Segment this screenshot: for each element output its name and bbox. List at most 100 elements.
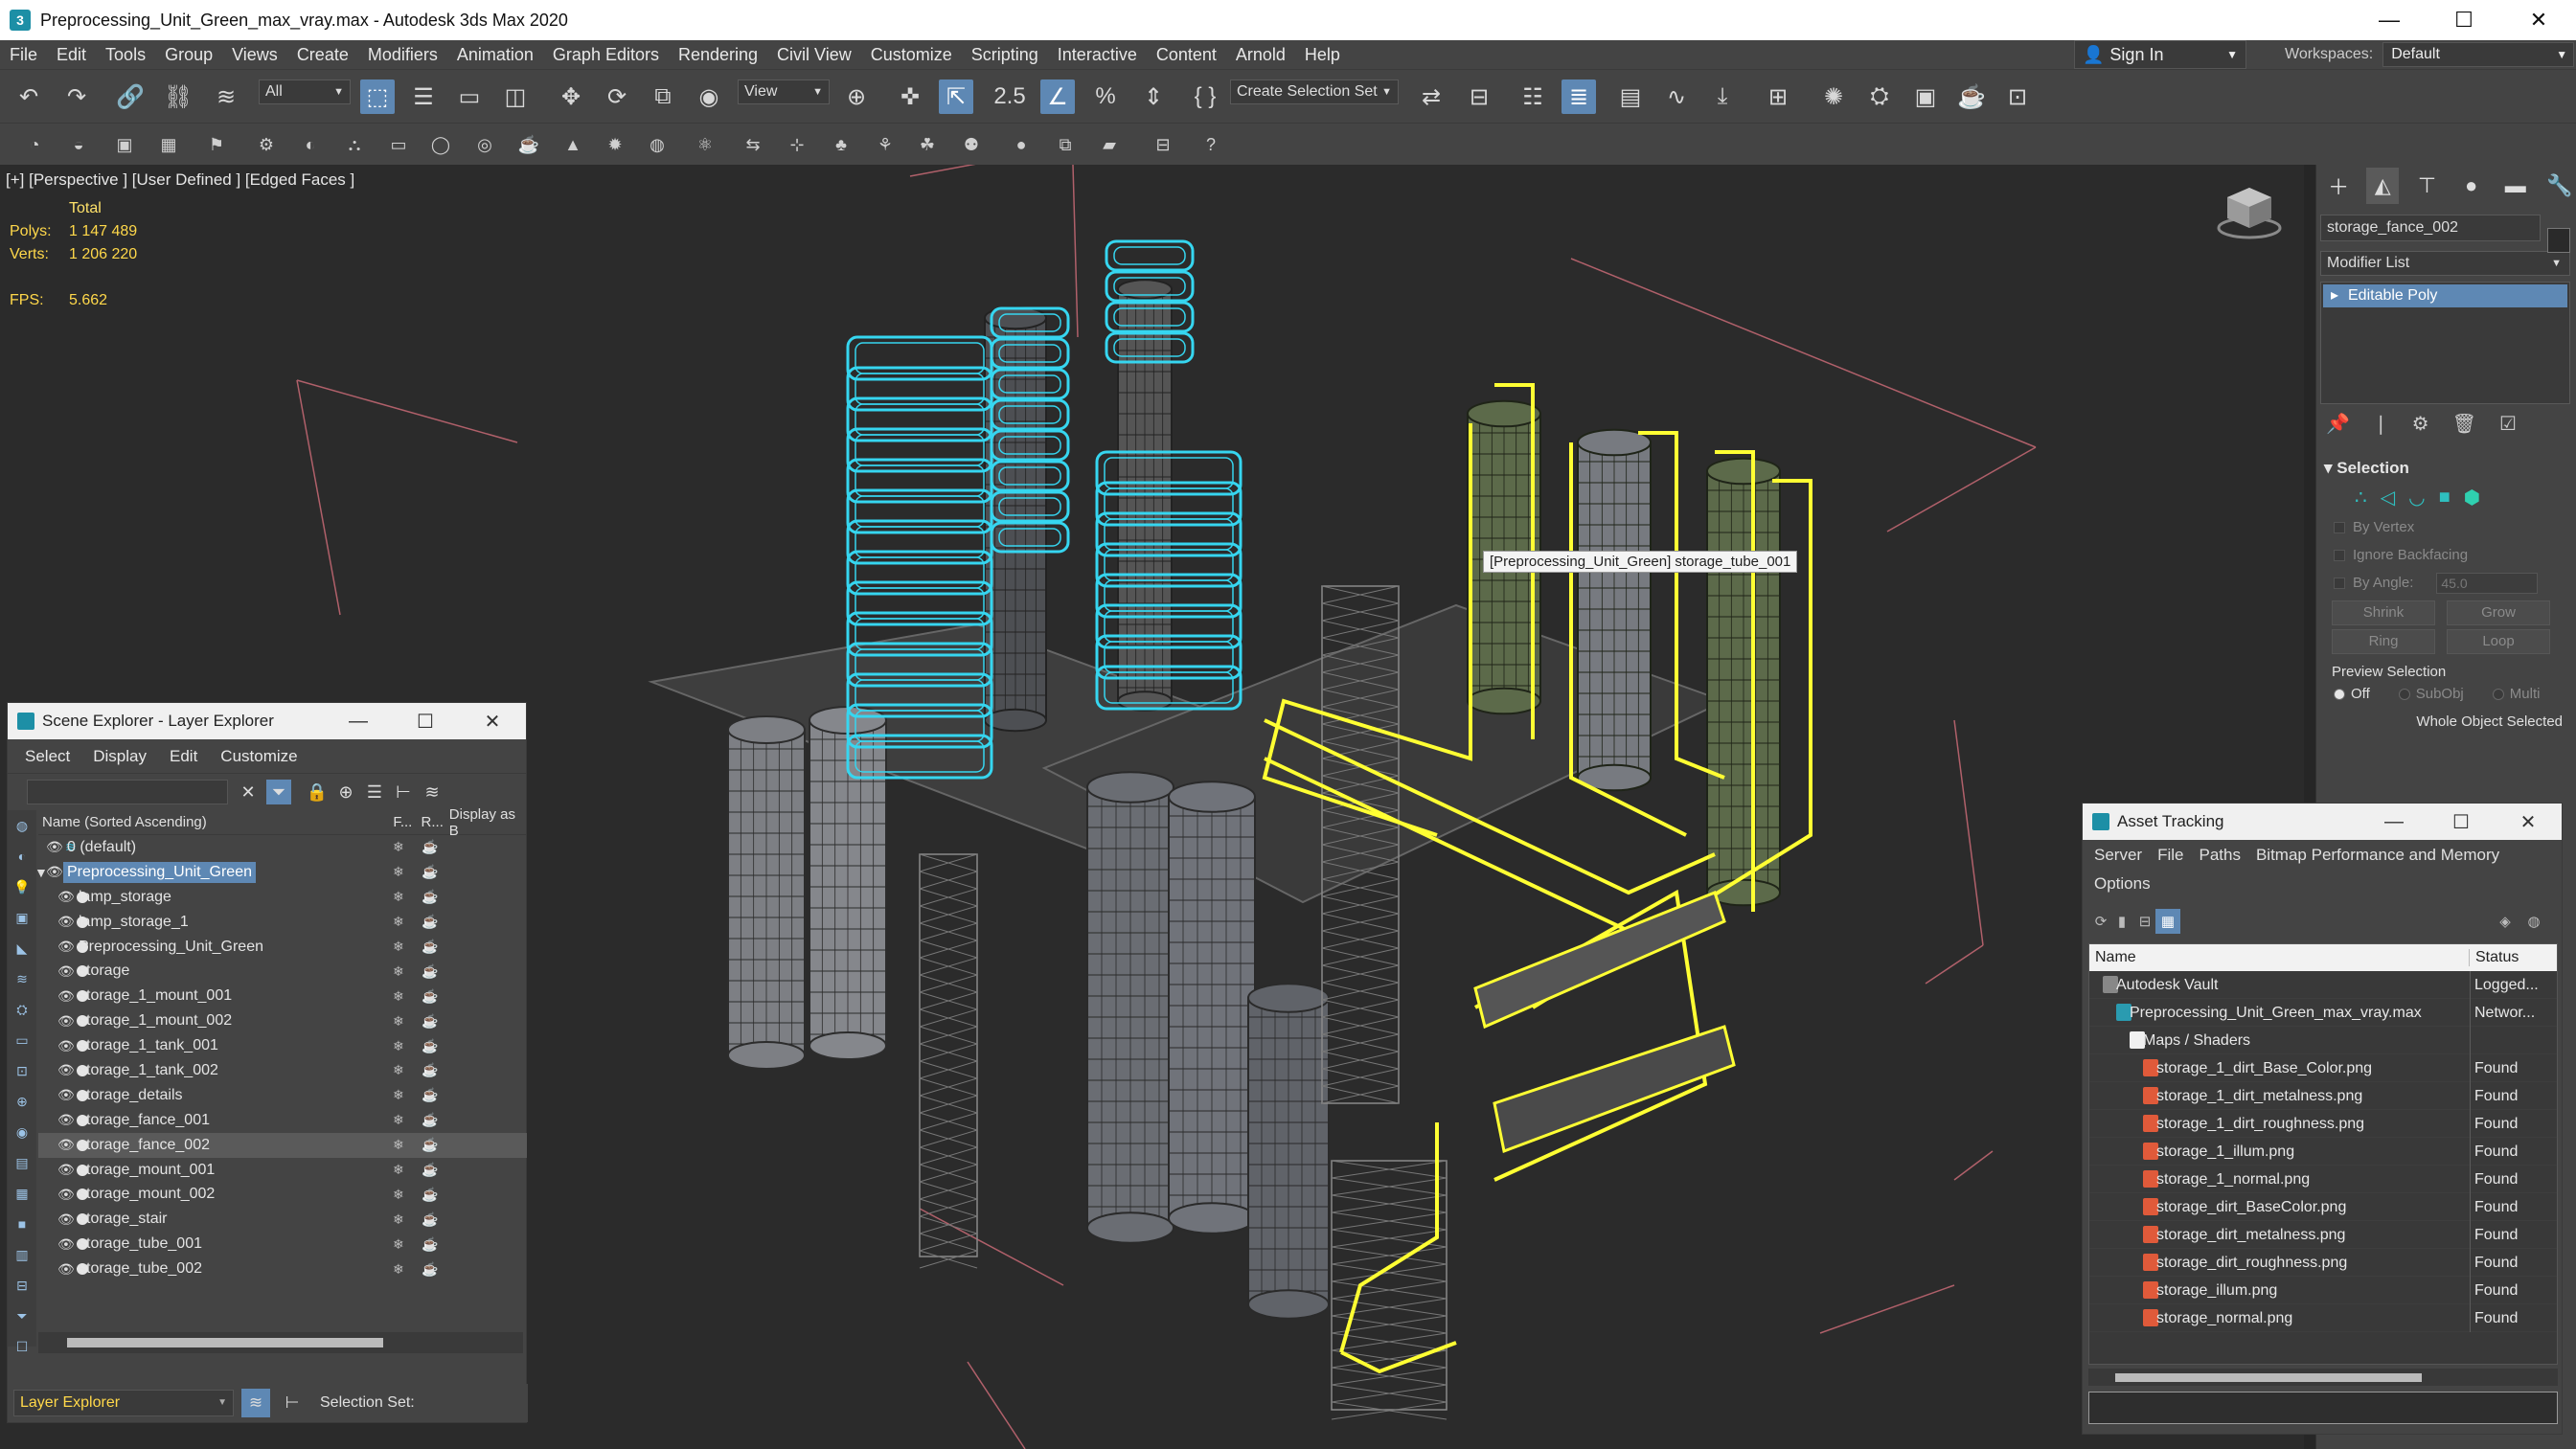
clone-icon[interactable]: ◒ (65, 131, 92, 158)
undo-icon[interactable]: ↶ (11, 79, 46, 114)
filter-type-icon[interactable]: ▥ (11, 1243, 34, 1266)
layer-row[interactable]: 👁 storage_stair ❄ ☕ (38, 1207, 527, 1232)
eye-icon[interactable]: 👁 (57, 1013, 75, 1030)
menu-interactive[interactable]: Interactive (1048, 45, 1147, 65)
teapot-icon[interactable]: ☕ (515, 131, 542, 158)
bind-space-warp-icon[interactable]: ≋ (209, 79, 243, 114)
menu-group[interactable]: Group (155, 45, 222, 65)
tree-view-icon[interactable]: ⊟ (2132, 909, 2157, 934)
filter-type-icon[interactable]: ☐ (11, 1335, 34, 1358)
edge-icon[interactable]: ◁ (2381, 486, 2395, 509)
select-object-icon[interactable]: ⬚ (360, 79, 395, 114)
explorer-icon[interactable]: ◔ (21, 131, 48, 158)
filter-type-icon[interactable]: ▦ (11, 1182, 34, 1205)
maximize-button[interactable]: ☐ (2428, 804, 2495, 840)
element-icon[interactable]: ⬢ (2464, 486, 2480, 509)
column-name[interactable]: Name (2089, 949, 2470, 966)
renderable-icon[interactable]: ☕ (422, 939, 438, 955)
layer-row[interactable]: 👁 storage_1_tank_002 ❄ ☕ (38, 1058, 527, 1083)
camera-icon[interactable]: ◍ (644, 131, 671, 158)
close-button[interactable]: ✕ (459, 703, 526, 739)
eye-icon[interactable]: 👁 (57, 1038, 75, 1054)
menu-server[interactable]: Server (2088, 846, 2152, 869)
create-tab-icon[interactable]: ＋ (2322, 168, 2355, 204)
plant-icon[interactable]: ⚘ (872, 131, 899, 158)
mirror-icon[interactable]: ⛬ (341, 131, 368, 158)
make-unique-icon[interactable]: ⚙ (2412, 412, 2429, 436)
layers-icon[interactable]: ☰ (362, 780, 387, 804)
explorer-type-dropdown[interactable]: Layer Explorer ▼ (13, 1390, 234, 1416)
configure-sets-icon[interactable]: ☑ (2499, 412, 2517, 436)
scene-explorer-search-input[interactable] (27, 780, 228, 804)
freeze-icon[interactable]: ❄ (393, 864, 404, 880)
highlight-icon[interactable]: ◈ (2493, 909, 2518, 934)
filter-type-icon[interactable]: ▤ (11, 1151, 34, 1174)
systems-icon[interactable]: ⊹ (784, 131, 810, 158)
layer-row[interactable]: 👁 storage_mount_001 ❄ ☕ (38, 1158, 527, 1183)
renderable-icon[interactable]: ☕ (422, 1187, 438, 1203)
layer-row[interactable]: 👁 ≋ 0 (default) ❄ ☕ (38, 835, 527, 860)
eye-icon[interactable]: 👁 (57, 1236, 75, 1253)
ring-button[interactable]: Ring (2332, 629, 2435, 654)
torus-icon[interactable]: ◎ (471, 131, 498, 158)
window-crossing-icon[interactable]: ◫ (498, 79, 533, 114)
renderable-icon[interactable]: ☕ (422, 1137, 438, 1153)
unlink-icon[interactable]: ⛓ (161, 79, 195, 114)
group-icon[interactable]: ⚙ (253, 131, 280, 158)
layer-explorer-icon[interactable]: ≣ (1562, 79, 1596, 114)
border-icon[interactable]: ◡ (2408, 486, 2425, 509)
freeze-icon[interactable]: ❄ (393, 1013, 404, 1030)
layer-stack-icon[interactable]: ≋ (420, 780, 445, 804)
helpers-icon[interactable]: ⚛ (692, 131, 718, 158)
freeze-icon[interactable]: ❄ (393, 1087, 404, 1103)
eye-icon[interactable]: 👁 (57, 1162, 75, 1178)
asset-row[interactable]: storage_1_dirt_metalness.png Found (2089, 1082, 2557, 1110)
menu-tools[interactable]: Tools (96, 45, 155, 65)
menu-arnold[interactable]: Arnold (1226, 45, 1295, 65)
maximize-button[interactable]: ☐ (392, 703, 459, 739)
freeze-icon[interactable]: ❄ (393, 839, 404, 855)
viewcube-icon[interactable] (2216, 184, 2283, 241)
select-by-name-icon[interactable]: ☰ (406, 79, 441, 114)
material-editor-icon[interactable]: ✺ (1816, 79, 1851, 114)
asset-row[interactable]: storage_dirt_BaseColor.png Found (2089, 1193, 2557, 1221)
clear-search-icon[interactable]: ✕ (236, 780, 261, 804)
light-icon[interactable]: ✹ (602, 131, 628, 158)
menu-display[interactable]: Display (83, 747, 156, 766)
loop-button[interactable]: Loop (2447, 629, 2550, 654)
layer-row[interactable]: 👁 storage_1_mount_002 ❄ ☕ (38, 1008, 527, 1033)
eye-icon[interactable]: 👁 (57, 988, 75, 1005)
preview-multi-radio[interactable]: Multi (2492, 686, 2540, 702)
reference-coord-dropdown[interactable]: View ▼ (738, 79, 830, 104)
scale-icon[interactable]: ⧉ (646, 79, 680, 114)
menu-select[interactable]: Select (15, 747, 80, 766)
scene-explorer-titlebar[interactable]: Scene Explorer - Layer Explorer — ☐ ✕ (8, 703, 526, 739)
curve-editor-icon[interactable]: ∿ (1659, 79, 1694, 114)
asset-row[interactable]: storage_normal.png Found (2089, 1304, 2557, 1332)
renderable-icon[interactable]: ☕ (422, 839, 438, 855)
eye-icon[interactable]: 👁 (57, 1187, 75, 1203)
asset-row[interactable]: storage_1_illum.png Found (2089, 1138, 2557, 1166)
utilities-tab-icon[interactable]: 🔧 (2543, 168, 2576, 204)
filter-type-icon[interactable]: ⛭ (11, 998, 34, 1021)
renderable-icon[interactable]: ☕ (422, 1087, 438, 1103)
layer-row[interactable]: 👁 storage_tube_002 ❄ ☕ (38, 1257, 527, 1281)
column-frozen[interactable]: F... (393, 814, 421, 830)
filter-type-icon[interactable]: ▭ (11, 1029, 34, 1052)
layer-row[interactable]: 👁 storage_1_mount_001 ❄ ☕ (38, 984, 527, 1008)
dope-sheet-icon[interactable]: ⤓ (1705, 79, 1740, 114)
foliage-icon[interactable]: ⚉ (958, 131, 985, 158)
pin-stack-icon[interactable]: 📌 (2326, 412, 2350, 436)
renderable-icon[interactable]: ☕ (422, 1236, 438, 1253)
object-name-field[interactable]: storage_fance_002 (2320, 215, 2541, 241)
show-end-result-icon[interactable]: ❘ (2373, 412, 2389, 436)
eye-icon[interactable]: 👁 (46, 839, 63, 855)
filter-type-icon[interactable]: ≋ (11, 967, 34, 990)
eye-icon[interactable]: 👁 (57, 1211, 75, 1228)
angle-snap-icon[interactable]: ∠ (1040, 79, 1075, 114)
ignore-backfacing-checkbox[interactable]: Ignore Backfacing (2316, 541, 2576, 569)
object-color-swatch[interactable] (2547, 228, 2570, 253)
eye-icon[interactable]: 👁 (57, 1062, 75, 1078)
new-layer-icon[interactable]: ⊕ (333, 780, 358, 804)
filter-type-icon[interactable]: ⏷ (11, 1304, 34, 1327)
